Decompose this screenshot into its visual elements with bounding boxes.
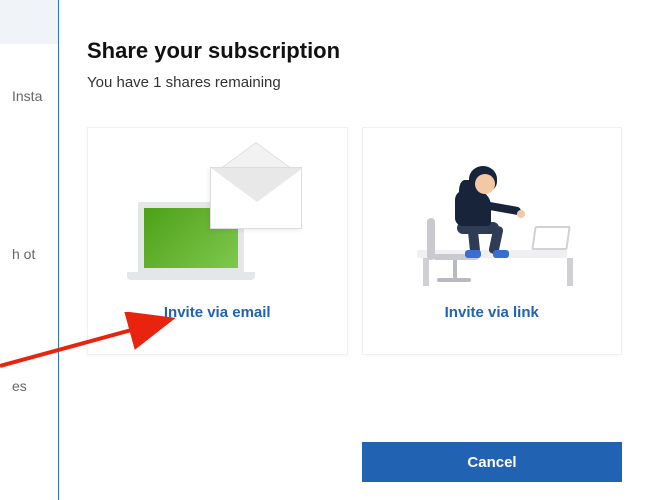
bg-header-strip xyxy=(0,0,58,44)
bg-text-fragment: h ot xyxy=(12,246,35,262)
invite-via-email-card[interactable]: Invite via email xyxy=(87,127,348,355)
share-subscription-dialog: Share your subscription You have 1 share… xyxy=(58,0,650,500)
dialog-subtitle: You have 1 shares remaining xyxy=(87,74,622,91)
invite-options: Invite via email xyxy=(87,127,622,355)
email-illustration xyxy=(132,161,302,286)
invite-via-link-card[interactable]: Invite via link xyxy=(362,127,623,355)
invite-via-link-label: Invite via link xyxy=(445,304,539,321)
invite-via-email-label: Invite via email xyxy=(164,304,271,321)
envelope-icon xyxy=(210,163,302,229)
cancel-button[interactable]: Cancel xyxy=(362,442,622,482)
dialog-footer: Cancel xyxy=(362,442,622,482)
person-at-laptop-illustration xyxy=(407,161,577,286)
bg-text-fragment: Insta xyxy=(12,88,42,104)
dialog-title: Share your subscription xyxy=(87,38,622,64)
bg-text-fragment: es xyxy=(12,378,27,394)
